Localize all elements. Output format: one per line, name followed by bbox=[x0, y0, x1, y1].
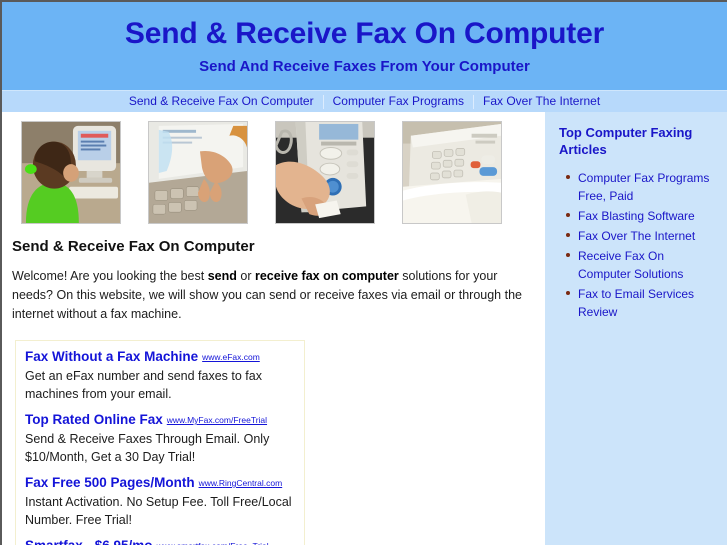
sidebar-item-fax-to-email-services-review[interactable]: Fax to Email Services Review bbox=[578, 287, 694, 319]
ad-description: Get an eFax number and send faxes to fax… bbox=[25, 369, 262, 401]
list-item: Receive Fax On Computer Solutions bbox=[566, 247, 717, 283]
ad-url-link[interactable]: www.smartfax.com/Free_Trial bbox=[157, 541, 269, 545]
sidebar-heading: Top Computer Faxing Articles bbox=[559, 125, 693, 157]
nav-item-computer-fax-programs[interactable]: Computer Fax Programs bbox=[324, 92, 473, 111]
ad-item: Top Rated Online Fax www.MyFax.com/FreeTr… bbox=[25, 411, 295, 466]
article-block: Send & Receive Fax On Computer Welcome! … bbox=[2, 224, 545, 324]
article-heading: Send & Receive Fax On Computer bbox=[12, 238, 255, 255]
ad-item: Fax Free 500 Pages/Month www.RingCentral.… bbox=[25, 474, 295, 529]
sidebar-item-receive-fax-on-computer-solutions[interactable]: Receive Fax On Computer Solutions bbox=[578, 249, 683, 281]
article-bold-receive-fax-on-computer: receive fax on computer bbox=[254, 269, 399, 283]
thumbnail-hands-typing-on-laptop-keyboard bbox=[148, 121, 248, 224]
sidebar-inner: Top Computer Faxing Articles Computer Fa… bbox=[545, 112, 727, 321]
ad-item: Fax Without a Fax Machine www.eFax.com Ge… bbox=[25, 348, 295, 403]
nav-item-send-receive-fax-on-computer[interactable]: Send & Receive Fax On Computer bbox=[120, 92, 323, 111]
ad-header: Fax Without a Fax Machine www.eFax.com bbox=[25, 348, 295, 367]
ad-url-link[interactable]: www.RingCentral.com bbox=[199, 478, 283, 488]
ad-title-link[interactable]: Top Rated Online Fax bbox=[25, 412, 163, 427]
ad-title-link[interactable]: Fax Free 500 Pages/Month bbox=[25, 475, 195, 490]
list-item: Fax Over The Internet bbox=[566, 227, 717, 245]
sidebar-item-fax-blasting-software[interactable]: Fax Blasting Software bbox=[578, 209, 695, 223]
fax-machine-image bbox=[403, 122, 501, 223]
ad-url-link[interactable]: www.eFax.com bbox=[202, 352, 260, 362]
list-item: Fax to Email Services Review bbox=[566, 285, 717, 321]
site-header: Send & Receive Fax On Computer Send And … bbox=[2, 2, 727, 90]
girl-at-computer-image bbox=[22, 122, 120, 223]
ad-title-link[interactable]: Fax Without a Fax Machine bbox=[25, 349, 198, 364]
ad-header: Smartfax - $6.95/mo www.smartfax.com/Free… bbox=[25, 537, 295, 545]
thumbnail-girl-at-imac-computer bbox=[21, 121, 121, 224]
article-bold-send: send bbox=[207, 269, 237, 283]
sponsored-ads-box: Fax Without a Fax Machine www.eFax.com Ge… bbox=[15, 340, 305, 545]
page-title: Send & Receive Fax On Computer bbox=[124, 17, 605, 50]
article-paragraph: Welcome! Are you looking the best send o… bbox=[12, 267, 523, 324]
thumbnail-finger-pressing-fax-machine-button bbox=[275, 121, 375, 224]
laptop-typing-image bbox=[149, 122, 247, 223]
article-text-2: or bbox=[236, 269, 255, 283]
sidebar-item-fax-over-the-internet[interactable]: Fax Over The Internet bbox=[578, 229, 695, 243]
ad-item: Smartfax - $6.95/mo www.smartfax.com/Free… bbox=[25, 537, 295, 545]
main-navigation: Send & Receive Fax On Computer Computer … bbox=[2, 90, 727, 112]
ad-url-link[interactable]: www.MyFax.com/FreeTrial bbox=[167, 415, 267, 425]
thumbnail-strip bbox=[2, 112, 545, 224]
main-column: Send & Receive Fax On Computer Welcome! … bbox=[2, 112, 545, 545]
ad-header: Top Rated Online Fax www.MyFax.com/FreeTr… bbox=[25, 411, 295, 430]
ad-header: Fax Free 500 Pages/Month www.RingCentral.… bbox=[25, 474, 295, 493]
list-item: Computer Fax Programs Free, Paid bbox=[566, 169, 717, 205]
sidebar-item-computer-fax-programs[interactable]: Computer Fax Programs Free, Paid bbox=[578, 171, 709, 203]
thumbnail-fax-machine-with-paper bbox=[402, 121, 502, 224]
ad-description: Instant Activation. No Setup Fee. Toll F… bbox=[25, 495, 292, 527]
page-subtitle: Send And Receive Faxes From Your Compute… bbox=[199, 58, 530, 75]
ad-description: Send & Receive Faxes Through Email. Only… bbox=[25, 432, 270, 464]
article-text-1: Welcome! Are you looking the best bbox=[12, 269, 208, 283]
list-item: Fax Blasting Software bbox=[566, 207, 717, 225]
content-area: Send & Receive Fax On Computer Welcome! … bbox=[2, 112, 727, 545]
pressing-fax-button-image bbox=[276, 122, 374, 223]
ad-title-link[interactable]: Smartfax - $6.95/mo bbox=[25, 538, 153, 545]
sidebar-link-list: Computer Fax Programs Free, Paid Fax Bla… bbox=[559, 169, 717, 321]
page-root: Send & Receive Fax On Computer Send And … bbox=[0, 0, 727, 545]
sidebar: Top Computer Faxing Articles Computer Fa… bbox=[545, 112, 727, 545]
nav-item-fax-over-the-internet[interactable]: Fax Over The Internet bbox=[474, 92, 609, 111]
